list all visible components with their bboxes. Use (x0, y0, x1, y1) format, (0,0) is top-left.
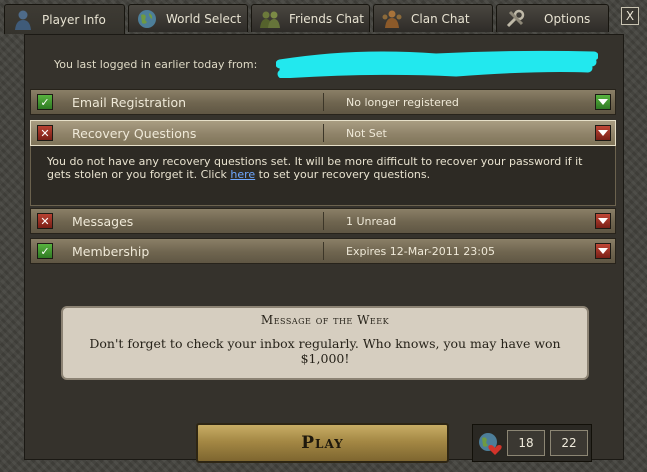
row-divider (323, 212, 324, 230)
globe-icon (136, 8, 158, 30)
tab-player-info[interactable]: Player Info (4, 4, 125, 34)
message-of-the-week: Message of the Week Don't forget to chec… (61, 306, 589, 380)
tab-options[interactable]: Options (496, 4, 609, 32)
expand-arrow-icon[interactable] (595, 94, 611, 110)
check-icon: ✓ (37, 243, 53, 259)
play-button[interactable]: Play (196, 423, 449, 463)
row-divider (323, 93, 324, 111)
row-value: No longer registered (346, 96, 459, 109)
player-icon (12, 9, 34, 31)
tab-friends-chat[interactable]: Friends Chat (251, 4, 370, 32)
row-label: Membership (72, 244, 150, 259)
tab-label: Options (544, 11, 591, 26)
row-value: 1 Unread (346, 215, 397, 228)
redacted-ip-scribble (276, 50, 598, 78)
expand-arrow-icon[interactable] (595, 243, 611, 259)
cross-icon: ✕ (37, 125, 53, 141)
close-button[interactable]: X (621, 7, 639, 25)
row-value: Not Set (346, 127, 387, 140)
friends-icon (259, 8, 281, 30)
here-link[interactable]: here (230, 168, 255, 181)
motw-text: Don't forget to check your inbox regular… (89, 336, 561, 366)
recovery-notice: You do not have any recovery questions s… (30, 146, 616, 206)
clan-icon (381, 8, 403, 30)
tab-bar: Player Info World Select Friends Chat Cl… (4, 4, 612, 34)
other-world-number[interactable]: 22 (550, 430, 588, 456)
expand-arrow-icon[interactable] (595, 125, 611, 141)
cross-icon: ✕ (37, 213, 53, 229)
tools-icon (504, 8, 526, 30)
tab-label: Player Info (42, 12, 106, 27)
row-label: Email Registration (72, 95, 187, 110)
row-membership[interactable]: ✓ Membership Expires 12-Mar-2011 23:05 (30, 238, 616, 264)
row-divider (323, 242, 324, 260)
current-world-number[interactable]: 18 (507, 430, 545, 456)
row-divider (323, 124, 324, 142)
motw-title: Message of the Week (260, 313, 390, 327)
tab-world-select[interactable]: World Select (128, 4, 248, 32)
expand-arrow-icon[interactable] (595, 213, 611, 229)
last-login-text: You last logged in earlier today from: (54, 58, 258, 71)
tab-label: Clan Chat (411, 11, 470, 26)
tab-label: World Select (166, 11, 242, 26)
tab-label: Friends Chat (289, 11, 365, 26)
notice-text-end: to set your recovery questions. (255, 168, 431, 181)
row-value: Expires 12-Mar-2011 23:05 (346, 245, 495, 258)
row-recovery-questions[interactable]: ✕ Recovery Questions Not Set (30, 120, 616, 146)
tab-clan-chat[interactable]: Clan Chat (373, 4, 493, 32)
row-email-registration[interactable]: ✓ Email Registration No longer registere… (30, 89, 616, 115)
world-selector[interactable]: 18 22 (472, 424, 592, 462)
world-heart-icon (479, 433, 502, 455)
check-icon: ✓ (37, 94, 53, 110)
row-label: Recovery Questions (72, 126, 197, 141)
row-label: Messages (72, 214, 134, 229)
row-messages[interactable]: ✕ Messages 1 Unread (30, 208, 616, 234)
